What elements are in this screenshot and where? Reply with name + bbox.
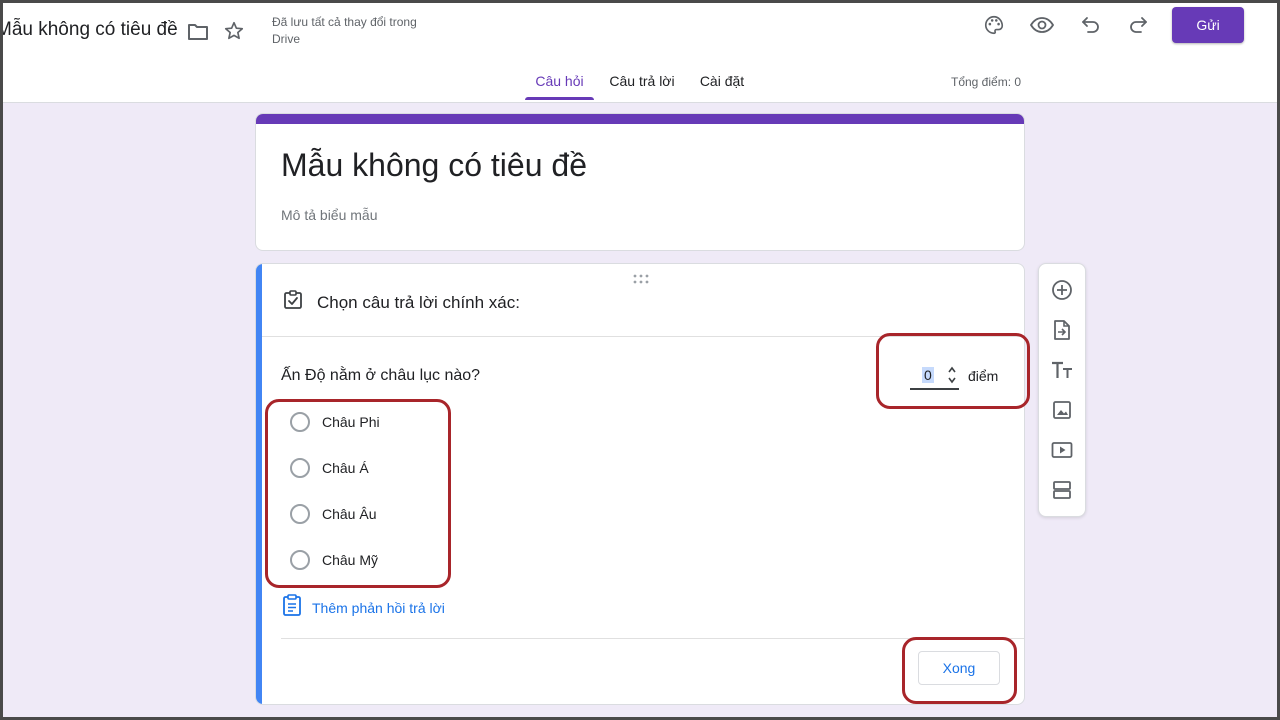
drag-handle-icon[interactable] xyxy=(633,271,649,289)
save-status: Đã lưu tất cả thay đổi trong Drive xyxy=(272,15,417,46)
checkbox-checked-icon xyxy=(283,290,303,315)
form-title-card: Mẫu không có tiêu đề Mô tả biểu mẫu xyxy=(255,113,1025,251)
add-section-icon[interactable] xyxy=(1050,478,1074,502)
tab-settings[interactable]: Cài đặt xyxy=(692,62,752,100)
answer-key-label: Chọn câu trả lời chính xác: xyxy=(317,292,520,312)
app-header: Mẫu không có tiêu đề Đã lưu tất cả thay … xyxy=(0,0,1280,103)
star-icon[interactable] xyxy=(222,19,246,43)
total-points: Tổng điểm: 0 xyxy=(951,75,1022,89)
question-toolbar xyxy=(1038,263,1086,517)
form-title[interactable]: Mẫu không có tiêu đề xyxy=(0,19,178,41)
add-video-icon[interactable] xyxy=(1050,438,1074,462)
tab-bar: Câu hỏi Câu trả lời Cài đặt xyxy=(0,62,1280,102)
tab-questions[interactable]: Câu hỏi xyxy=(525,62,594,100)
active-tab-indicator xyxy=(525,97,594,100)
add-title-icon[interactable] xyxy=(1050,358,1074,382)
tab-responses[interactable]: Câu trả lời xyxy=(604,62,680,100)
undo-icon[interactable] xyxy=(1079,13,1103,37)
add-question-icon[interactable] xyxy=(1050,278,1074,302)
import-questions-icon[interactable] xyxy=(1050,318,1074,342)
active-question-bar xyxy=(256,264,262,704)
folder-icon[interactable] xyxy=(186,20,210,44)
add-image-icon[interactable] xyxy=(1050,398,1074,422)
answer-key-header: Chọn câu trả lời chính xác: xyxy=(283,290,520,315)
options-highlight-box xyxy=(265,399,451,588)
feedback-clipboard-icon xyxy=(282,594,302,621)
question-text: Ấn Độ nằm ở châu lục nào? xyxy=(281,367,481,384)
form-description-field[interactable]: Mô tả biểu mẫu xyxy=(281,207,378,223)
redo-icon[interactable] xyxy=(1126,13,1150,37)
add-feedback-link[interactable]: Thêm phản hồi trả lời xyxy=(282,594,445,621)
form-heading[interactable]: Mẫu không có tiêu đề xyxy=(281,147,587,184)
send-button[interactable]: Gửi xyxy=(1172,7,1244,43)
eye-icon[interactable] xyxy=(1029,13,1055,37)
feedback-label: Thêm phản hồi trả lời xyxy=(312,599,445,616)
done-highlight-box xyxy=(902,637,1017,704)
points-highlight-box xyxy=(876,333,1030,409)
palette-icon[interactable] xyxy=(982,13,1006,37)
title-card-accent-bar xyxy=(256,114,1024,124)
